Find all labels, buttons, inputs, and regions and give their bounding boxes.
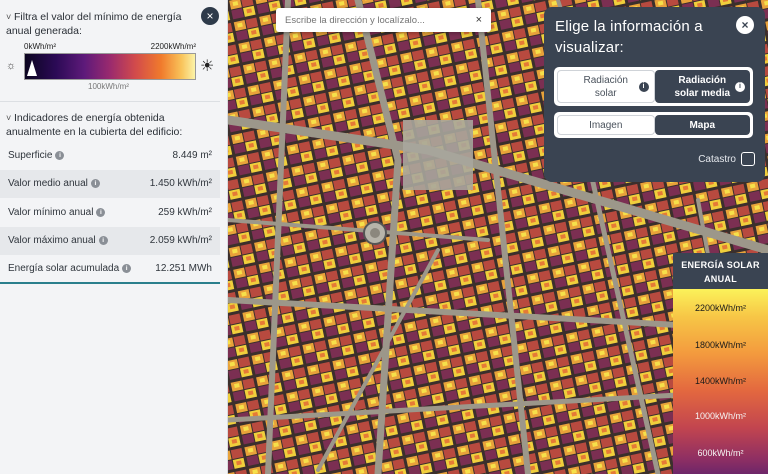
- address-search-bar: ×: [276, 8, 491, 32]
- row-value: 12.251 MWh: [155, 262, 212, 274]
- gradient-max-label: 2200kWh/m²: [150, 42, 196, 51]
- row-label: Valor mínimo anual: [8, 206, 94, 218]
- option-label: Radiación solar: [583, 74, 628, 99]
- row-value: 8.449 m²: [172, 149, 212, 161]
- energy-legend: ENERGÍA SOLAR ANUAL 2200kWh/m² 1800kWh/m…: [673, 253, 768, 474]
- option-radiacion-solar-media[interactable]: Radiación solar media i: [654, 70, 750, 103]
- search-input[interactable]: [285, 14, 455, 26]
- visualization-panel: Elige la información a visualizar: × Rad…: [544, 7, 765, 182]
- catastro-toggle[interactable]: Catastro: [698, 152, 755, 166]
- info-icon[interactable]: i: [638, 81, 649, 92]
- chevron-down-icon: ˅: [6, 12, 12, 22]
- option-radiacion-solar[interactable]: Radiación solar i: [557, 70, 655, 103]
- option-imagen[interactable]: Imagen: [557, 115, 655, 135]
- slider-value-label: 100kWh/m²: [88, 82, 129, 91]
- slider-handle[interactable]: [27, 60, 37, 76]
- catastro-checkbox[interactable]: [741, 152, 755, 166]
- info-icon[interactable]: i: [735, 81, 745, 92]
- info-icon[interactable]: i: [90, 179, 100, 189]
- option-label: Imagen: [589, 119, 623, 131]
- filter-title: Filtra el valor del mínimo de energía an…: [6, 11, 182, 37]
- divider: [0, 101, 220, 102]
- table-row: Valor medio anual i 1.450 kWh/m²: [0, 169, 220, 198]
- legend-title: ENERGÍA SOLAR ANUAL: [673, 253, 768, 289]
- sun-large-icon: ☀: [200, 58, 215, 75]
- table-row: Valor máximo anual i 2.059 kWh/m²: [0, 226, 220, 255]
- row-value: 259 kWh/m²: [158, 206, 212, 218]
- indicators-title: Indicadores de energía obtenida anualmen…: [6, 112, 183, 138]
- table-row: Superficie i 8.449 m²: [0, 141, 220, 170]
- info-icon[interactable]: i: [55, 150, 65, 160]
- row-label: Energía solar acumulada: [8, 262, 120, 274]
- info-icon[interactable]: i: [98, 236, 108, 246]
- row-label: Superficie: [8, 149, 53, 161]
- filter-section-header[interactable]: ˅ Filtra el valor del mínimo de energía a…: [6, 10, 196, 38]
- chevron-down-icon: ˅: [6, 113, 12, 123]
- close-panel-icon[interactable]: ×: [736, 16, 754, 34]
- legend-label: 1400kWh/m²: [694, 376, 747, 386]
- option-mapa[interactable]: Mapa: [654, 115, 750, 135]
- catastro-label: Catastro: [698, 153, 736, 165]
- info-icon[interactable]: i: [122, 263, 132, 273]
- gradient-min-label: 0kWh/m²: [24, 42, 56, 51]
- table-row: Valor mínimo anual i 259 kWh/m²: [0, 198, 220, 227]
- option-label: Mapa: [689, 119, 716, 131]
- option-label: Radiación solar media: [674, 74, 731, 99]
- view-toggle: Imagen Mapa: [554, 112, 753, 138]
- table-row: Energía solar acumulada i 12.251 MWh: [0, 255, 220, 284]
- legend-label: 600kWh/m²: [697, 448, 744, 458]
- close-panel-icon[interactable]: ×: [201, 7, 219, 25]
- row-value: 2.059 kWh/m²: [149, 235, 212, 247]
- legend-label: 1800kWh/m²: [694, 340, 747, 350]
- row-label: Valor máximo anual: [8, 235, 96, 247]
- legend-label: 2200kWh/m²: [694, 303, 747, 313]
- row-label: Valor medio anual: [8, 178, 88, 190]
- legend-label: 1000kWh/m²: [694, 411, 747, 421]
- indicators-table: Superficie i 8.449 m² Valor medio anual i …: [0, 141, 220, 284]
- info-icon[interactable]: i: [96, 207, 106, 217]
- left-panel: × ˅ Filtra el valor del mínimo de energía…: [0, 0, 228, 474]
- indicators-section-header[interactable]: ˅ Indicadores de energía obtenida anualme…: [6, 111, 211, 139]
- layer-toggle: Radiación solar i Radiación solar media …: [554, 67, 753, 106]
- row-value: 1.450 kWh/m²: [149, 178, 212, 190]
- legend-scale: 2200kWh/m² 1800kWh/m² 1400kWh/m² 1000kWh…: [673, 289, 768, 474]
- energy-filter-slider[interactable]: [24, 53, 196, 80]
- sun-small-icon: ☼: [6, 60, 17, 72]
- clear-search-icon[interactable]: ×: [476, 14, 482, 26]
- panel-title: Elige la información a visualizar:: [555, 18, 703, 56]
